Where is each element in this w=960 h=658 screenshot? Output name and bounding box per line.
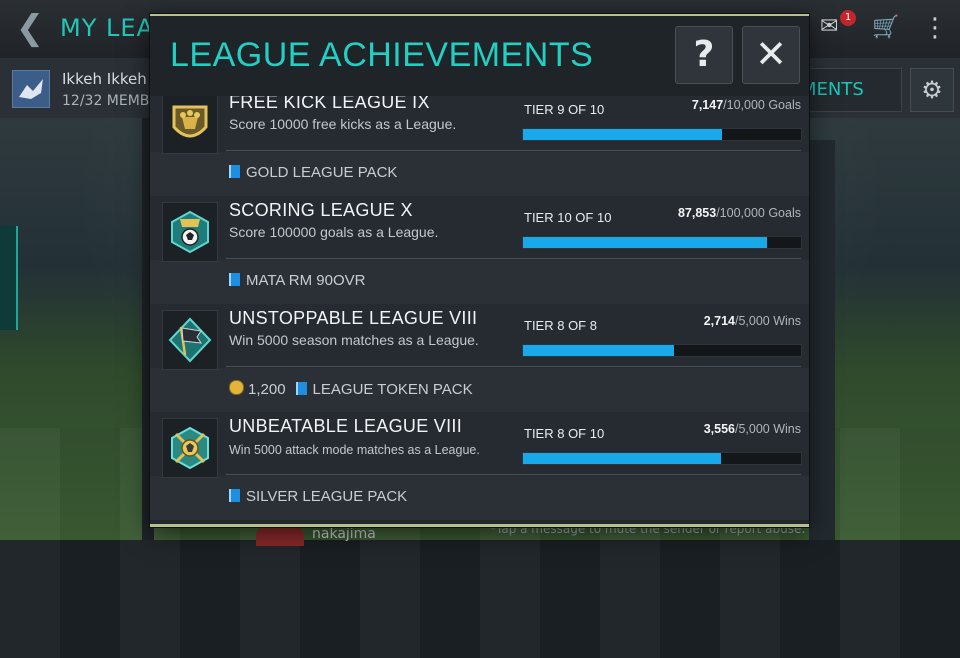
- progress-current: 7,147: [691, 98, 724, 112]
- flag-icon: [162, 310, 218, 370]
- progress-target: /100,000 Goals: [716, 206, 801, 220]
- pack-icon: [229, 165, 240, 178]
- mail-badge: 1: [840, 10, 856, 26]
- side-tab[interactable]: [0, 226, 18, 330]
- achievement-description: Score 10000 free kicks as a League.: [229, 116, 457, 132]
- progress-bar: [522, 236, 802, 249]
- progress-target: /5,000 Wins: [734, 314, 801, 328]
- scoring-ball-icon: [162, 202, 218, 262]
- achievement-name: UNBEATABLE LEAGUE VIII: [229, 416, 463, 436]
- user-crest-icon: [256, 526, 304, 546]
- reward-pack-label: MATA RM 90OVR: [246, 272, 366, 289]
- progress-bar-fill: [523, 129, 722, 140]
- achievement-reward: SILVER LEAGUE PACK: [229, 488, 407, 508]
- reward-pack-label: SILVER LEAGUE PACK: [246, 488, 408, 505]
- back-arrow-icon[interactable]: ❮: [14, 10, 46, 46]
- achievement-name: FREE KICK LEAGUE IX: [229, 96, 430, 112]
- pack-icon: [229, 489, 240, 502]
- progress-target: /5,000 Wins: [734, 422, 801, 436]
- league-members: 12/32 MEMB: [62, 93, 150, 109]
- achievement-reward: GOLD LEAGUE PACK: [229, 164, 397, 184]
- progress-current: 3,556: [703, 422, 735, 436]
- reward-pack-label: LEAGUE TOKEN PACK: [312, 381, 473, 398]
- achievement-progress-text: 2,714/5,000 Wins: [704, 314, 801, 328]
- reward-pack-label: GOLD LEAGUE PACK: [246, 164, 398, 181]
- progress-current: 2,714: [703, 314, 735, 328]
- achievement-progress-text: 7,147/10,000 Goals: [692, 98, 801, 112]
- reward-coins: 1,200: [248, 381, 286, 398]
- league-name: Ikkeh Ikkeh -: [62, 70, 157, 88]
- row-divider: [226, 474, 801, 475]
- progress-bar-fill: [523, 453, 721, 464]
- league-badge-icon: [12, 70, 50, 108]
- row-divider: [226, 366, 801, 367]
- row-divider: [226, 150, 801, 151]
- progress-bar: [522, 344, 802, 357]
- modal-title: LEAGUE ACHIEVEMENTS: [170, 36, 594, 74]
- tab-label: MENTS: [801, 79, 864, 100]
- crossed-swords-icon: [162, 418, 218, 478]
- achievement-tier: TIER 10 OF 10: [524, 210, 612, 225]
- pack-icon: [295, 382, 307, 395]
- pack-icon: [229, 273, 240, 286]
- achievement-reward: 1,200 LEAGUE TOKEN PACK: [229, 380, 473, 400]
- achievement-row: UNBEATABLE LEAGUE VIII Win 5000 attack m…: [150, 412, 809, 520]
- progress-bar: [522, 452, 802, 465]
- achievement-progress-text: 87,853/100,000 Goals: [678, 206, 801, 220]
- achievement-row: UNSTOPPABLE LEAGUE VIII Win 5000 season …: [150, 304, 809, 412]
- more-menu-icon[interactable]: ⋮: [922, 10, 948, 46]
- progress-bar-fill: [523, 345, 674, 356]
- cart-icon[interactable]: 🛒: [872, 14, 900, 42]
- achievement-row: SCORING LEAGUE X Score 100000 goals as a…: [150, 196, 809, 304]
- gear-icon[interactable]: ⚙: [910, 68, 954, 112]
- tab-achievements[interactable]: MENTS: [800, 68, 902, 112]
- coin-icon: [229, 380, 244, 395]
- achievement-name: SCORING LEAGUE X: [229, 200, 413, 220]
- row-divider: [226, 258, 801, 259]
- achievement-row: FREE KICK LEAGUE IX Score 10000 free kic…: [150, 96, 809, 196]
- achievement-tier: TIER 8 OF 8: [524, 318, 597, 333]
- achievement-description: Score 100000 goals as a League.: [229, 224, 439, 240]
- achievement-description: Win 5000 attack mode matches as a League…: [229, 443, 480, 457]
- progress-target: /10,000 Goals: [723, 98, 801, 112]
- progress-bar: [522, 128, 802, 141]
- achievement-name: UNSTOPPABLE LEAGUE VIII: [229, 308, 478, 328]
- progress-bar-fill: [523, 237, 768, 248]
- achievement-tier: TIER 8 OF 10: [524, 426, 605, 441]
- achievement-description: Win 5000 season matches as a League.: [229, 332, 479, 348]
- achievements-list[interactable]: FREE KICK LEAGUE IX Score 10000 free kic…: [150, 96, 809, 522]
- modal-header: LEAGUE ACHIEVEMENTS ? ✕: [150, 16, 809, 96]
- progress-current: 87,853: [677, 206, 717, 220]
- achievement-reward: MATA RM 90OVR: [229, 272, 365, 292]
- right-panel-edge: [809, 140, 835, 540]
- free-kick-trophy-icon: [162, 96, 218, 154]
- close-button[interactable]: ✕: [742, 26, 800, 84]
- achievement-progress-text: 3,556/5,000 Wins: [704, 422, 801, 436]
- achievement-tier: TIER 9 OF 10: [524, 102, 605, 117]
- league-achievements-modal: LEAGUE ACHIEVEMENTS ? ✕ FREE KICK LEAGUE…: [150, 14, 809, 527]
- help-button[interactable]: ?: [675, 26, 733, 84]
